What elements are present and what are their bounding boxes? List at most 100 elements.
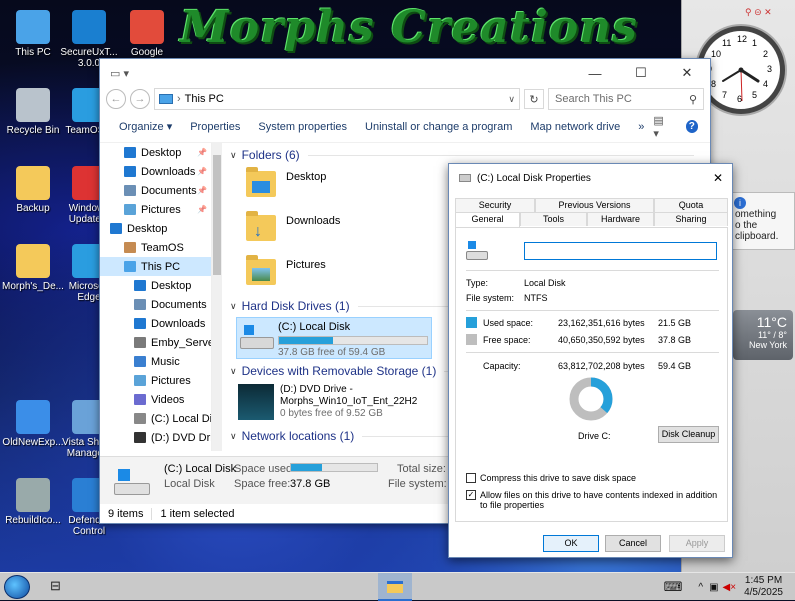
nav-item-label: Downloads [151, 317, 206, 330]
nav-item-label: TeamOS [141, 241, 184, 254]
properties-button[interactable]: Properties [181, 121, 249, 133]
clock-numeral: 8 [711, 79, 717, 89]
network-icon[interactable]: ▣ [709, 582, 718, 593]
maximize-button[interactable]: ☐ [618, 59, 664, 87]
clock-numeral: 12 [737, 34, 748, 44]
organize-button[interactable]: Organize ▾ [110, 120, 181, 133]
system-properties-button[interactable]: System properties [249, 121, 356, 133]
nav-item-label: Downloads [141, 165, 196, 178]
nav-item-label: (C:) Local Disk [151, 412, 212, 425]
nav-item[interactable]: Downloads [100, 314, 211, 333]
nav-item[interactable]: Documents 📌 [100, 181, 211, 200]
clock-numeral: 4 [762, 79, 768, 89]
nav-item[interactable]: Desktop 📌 [100, 143, 211, 162]
disk-cleanup-button[interactable]: Disk Cleanup [658, 426, 719, 443]
apply-button[interactable]: Apply [669, 535, 725, 552]
folder-desktop[interactable]: Desktop [246, 167, 327, 197]
taskbar: ⊟ ⌨ ^ ▣ ◀× 1:45 PM 4/5/2025 [0, 572, 795, 601]
details-space-free: 37.8 GB [290, 478, 331, 490]
tab-general[interactable]: General [455, 212, 520, 227]
desktop-icon[interactable]: Google [114, 10, 180, 58]
drive-d-tile[interactable]: (D:) DVD Drive - Morphs_Win10_IoT_Ent_22… [238, 384, 417, 420]
nav-item[interactable]: Pictures 📌 [100, 200, 211, 219]
tab-previous-versions[interactable]: Previous Versions [535, 198, 654, 212]
properties-dialog: (C:) Local Disk Properties ✕ Security Pr… [448, 163, 733, 558]
details-usage-bar [290, 463, 378, 472]
nav-item[interactable]: This PC [100, 257, 211, 276]
start-button[interactable] [4, 575, 30, 599]
nav-item[interactable]: (C:) Local Disk [100, 409, 211, 428]
tab-security[interactable]: Security [455, 198, 535, 212]
nav-item[interactable]: Downloads 📌 [100, 162, 211, 181]
close-button[interactable]: ✕ [664, 59, 710, 87]
drive-name-input[interactable] [524, 242, 717, 260]
breadcrumb[interactable]: This PC [185, 93, 224, 105]
uninstall-program-button[interactable]: Uninstall or change a program [356, 121, 521, 133]
cancel-button[interactable]: Cancel [605, 535, 661, 552]
details-space-used-label: Space used: [234, 463, 296, 475]
folder-label: Desktop [286, 171, 327, 183]
explorer-titlebar[interactable]: ▭ ▾ — ☐ ✕ [100, 59, 710, 87]
nav-item-icon [124, 147, 136, 158]
refresh-button[interactable]: ↻ [524, 89, 544, 109]
nav-item[interactable]: (D:) DVD Drive - [100, 428, 211, 447]
nav-item[interactable]: Music [100, 352, 211, 371]
dialog-close-button[interactable]: ✕ [704, 171, 732, 185]
robot-icon [16, 478, 50, 512]
folder-downloads[interactable]: ↓ Downloads [246, 211, 341, 241]
nav-item-icon [134, 337, 146, 348]
taskbar-explorer-button[interactable] [378, 573, 412, 601]
volume-muted-icon[interactable]: ◀× [723, 582, 737, 593]
tray-date: 4/5/2025 [744, 587, 783, 598]
chevron-down-icon: ∨ [230, 430, 237, 441]
compress-checkbox[interactable] [466, 473, 476, 483]
details-name: (C:) Local Disk [164, 463, 237, 475]
scrollbar-thumb[interactable] [213, 155, 221, 275]
clock-numeral: 6 [737, 94, 743, 104]
tray-time: 1:45 PM [744, 575, 783, 586]
forward-button[interactable]: → [130, 89, 150, 109]
brush-icon [72, 10, 106, 44]
back-button[interactable]: ← [106, 89, 126, 109]
tab-tools[interactable]: Tools [520, 212, 587, 226]
address-bar[interactable]: › This PC ∨ [154, 88, 520, 110]
nav-item[interactable]: Pictures [100, 371, 211, 390]
gadget-controls-icon[interactable]: ⚲ ⊝ ✕ [745, 7, 772, 18]
keyboard-icon[interactable]: ⌨ [664, 579, 683, 595]
pin-icon: 📌 [197, 205, 207, 214]
quick-access-toolbar-icon[interactable]: ▭ ▾ [110, 67, 129, 80]
tab-sharing[interactable]: Sharing [654, 212, 728, 226]
chevron-up-icon[interactable]: ^ [698, 582, 703, 593]
nav-item[interactable]: Videos [100, 390, 211, 409]
help-icon[interactable]: ? [685, 120, 698, 133]
info-icon: i [734, 197, 746, 209]
properties-titlebar[interactable]: (C:) Local Disk Properties ✕ [449, 164, 732, 192]
status-selected: 1 item selected [160, 508, 235, 520]
drive-c-free: 37.8 GB free of 59.4 GB [278, 347, 386, 358]
clock-tray[interactable]: 1:45 PM 4/5/2025 [744, 575, 783, 599]
address-dropdown-icon[interactable]: ∨ [508, 94, 519, 105]
index-checkbox[interactable]: ✓ [466, 490, 476, 500]
navigation-scrollbar[interactable] [212, 143, 222, 451]
task-view-icon[interactable]: ⊟ [50, 578, 61, 594]
drive-c-tile[interactable]: (C:) Local Disk 37.8 GB free of 59.4 GB [236, 317, 432, 359]
folder-pictures[interactable]: Pictures [246, 255, 326, 285]
nav-item[interactable]: Libraries [100, 447, 211, 452]
tab-hardware[interactable]: Hardware [587, 212, 654, 226]
search-input[interactable]: Search This PC ⚲ [548, 88, 704, 110]
minimize-button[interactable]: — [572, 59, 618, 87]
more-commands-button[interactable]: » [629, 121, 653, 133]
folder-label: Downloads [286, 215, 341, 227]
nav-item[interactable]: TeamOS [100, 238, 211, 257]
map-network-drive-button[interactable]: Map network drive [521, 121, 629, 133]
free-space-swatch [466, 334, 477, 345]
group-folders[interactable]: ∨ Folders (6) [224, 145, 694, 165]
nav-item[interactable]: Emby_Server [100, 333, 211, 352]
nav-item-label: (D:) DVD Drive - [151, 431, 211, 444]
nav-item[interactable]: Desktop [100, 276, 211, 295]
nav-item[interactable]: Desktop [100, 219, 211, 238]
tab-quota[interactable]: Quota [654, 198, 728, 212]
view-options-icon[interactable]: ▤ ▾ [653, 114, 671, 140]
nav-item[interactable]: Documents [100, 295, 211, 314]
ok-button[interactable]: OK [543, 535, 599, 552]
